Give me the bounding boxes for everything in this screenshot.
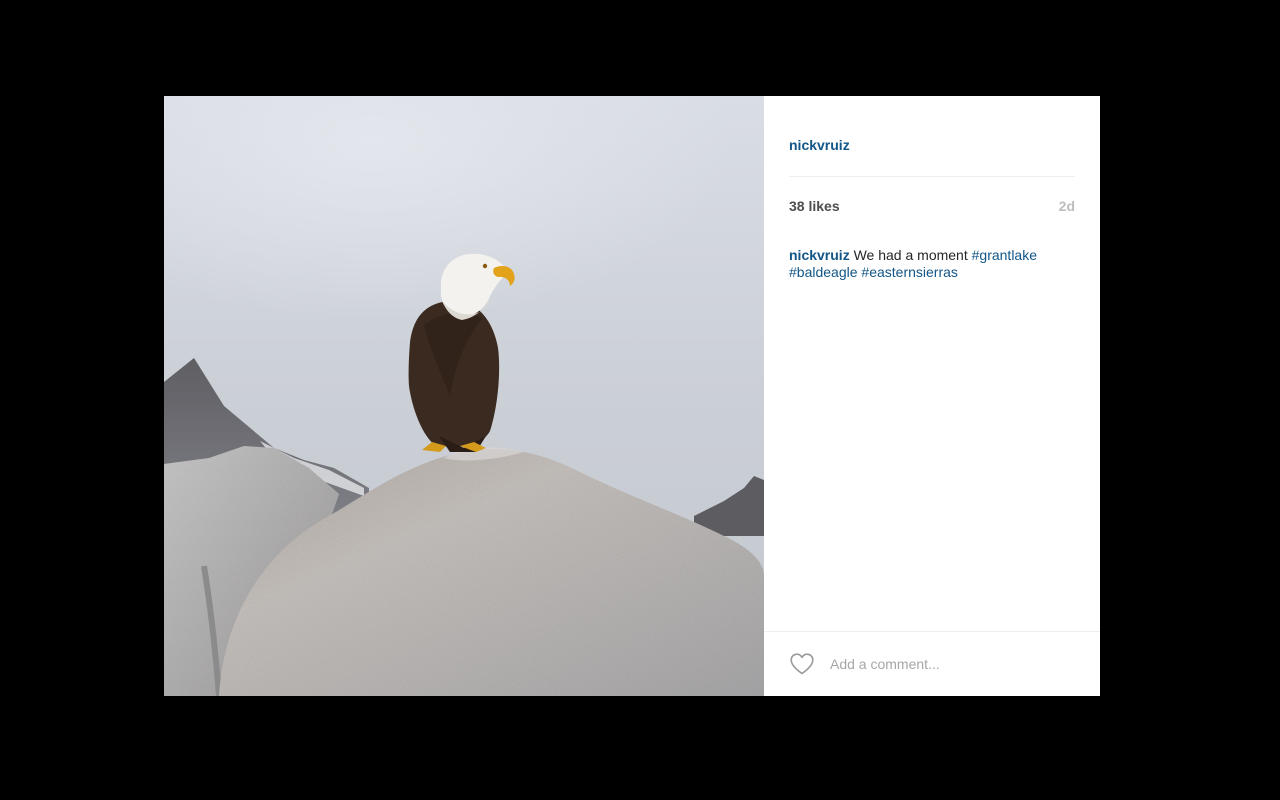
- post-time-ago[interactable]: 2d: [1059, 198, 1075, 214]
- post-caption: nickvruiz We had a moment #grantlake #bal…: [789, 247, 1075, 281]
- caption-text: We had a moment: [849, 247, 972, 263]
- hashtag-link-baldeagle[interactable]: #baldeagle: [789, 264, 858, 280]
- bald-eagle-on-rock-image: [164, 96, 764, 696]
- heart-icon[interactable]: [789, 652, 815, 676]
- post-modal: nickvruiz 38 likes 2d nickvruiz We had a…: [164, 96, 1100, 696]
- post-header: nickvruiz: [789, 96, 1075, 177]
- post-details-panel: nickvruiz 38 likes 2d nickvruiz We had a…: [764, 96, 1100, 696]
- hashtag-link-easternsierras[interactable]: #easternsierras: [861, 264, 958, 280]
- comment-bar: [764, 631, 1100, 696]
- hashtag-link-grantlake[interactable]: #grantlake: [972, 247, 1037, 263]
- likes-count[interactable]: 38 likes: [789, 198, 840, 214]
- post-meta: 38 likes 2d: [789, 198, 1075, 218]
- author-username-link[interactable]: nickvruiz: [789, 137, 850, 153]
- post-photo[interactable]: [164, 96, 764, 696]
- add-comment-input[interactable]: [830, 652, 1070, 676]
- caption-username-link[interactable]: nickvruiz: [789, 247, 850, 263]
